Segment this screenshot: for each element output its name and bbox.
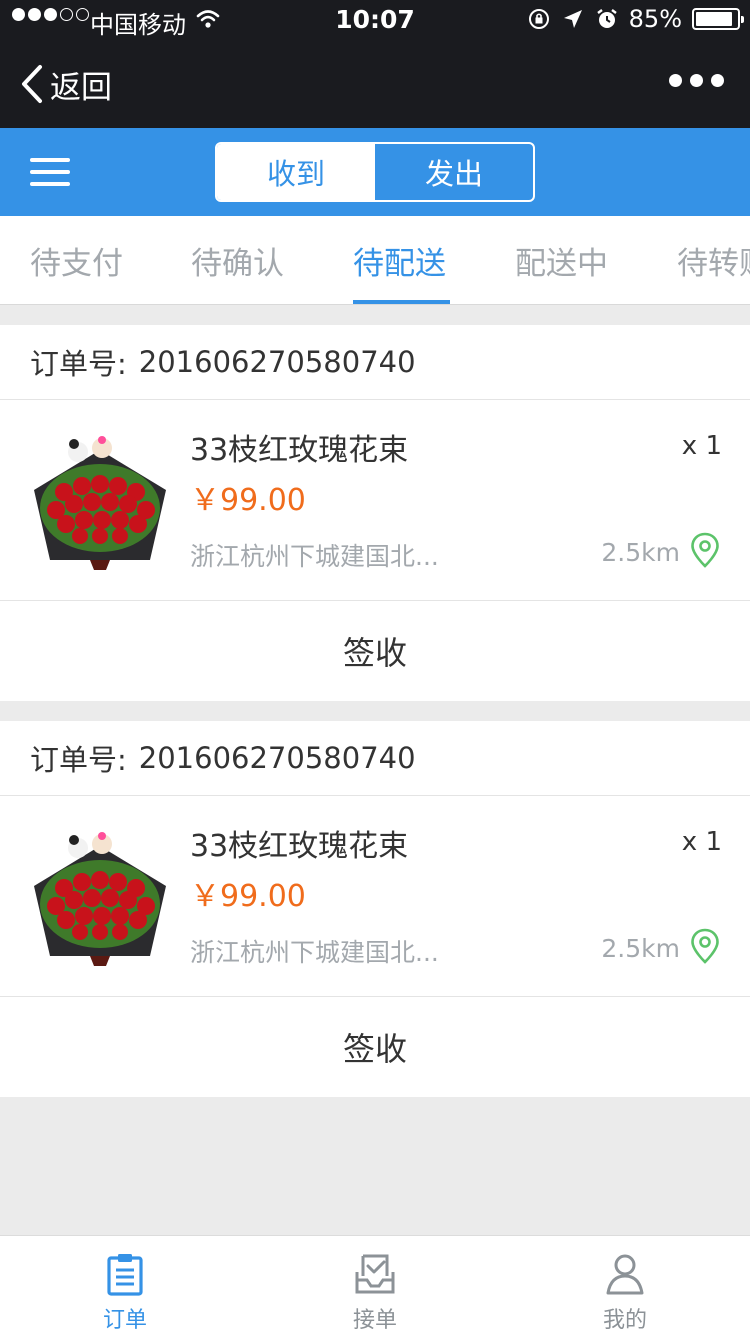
order-number-label: 订单号: xyxy=(30,347,127,381)
segment-received[interactable]: 收到 xyxy=(217,144,375,200)
location-arrow-icon xyxy=(563,10,582,28)
product-image[interactable] xyxy=(30,430,170,570)
user-icon xyxy=(606,1254,644,1295)
product-name: 33枝红玫瑰花束 xyxy=(190,829,409,864)
tab-pending-payment[interactable]: 待支付 xyxy=(30,216,123,304)
location-pin-icon[interactable] xyxy=(690,532,720,568)
tab-pending-transfer[interactable]: 待转账 xyxy=(677,216,750,304)
product-quantity: x 1 xyxy=(681,827,722,857)
order-number-row: 订单号: 201606270580740 xyxy=(30,721,416,795)
hamburger-menu-icon[interactable] xyxy=(30,158,70,186)
product-price: ￥99.00 xyxy=(190,879,306,914)
tabbar-item-orders[interactable]: 订单 xyxy=(0,1236,250,1334)
tabbar-label: 接单 xyxy=(352,1308,397,1333)
order-number-row: 订单号: 201606270580740 xyxy=(30,325,416,399)
product-quantity: x 1 xyxy=(681,431,722,461)
battery-percentage: 85% xyxy=(628,5,682,33)
delivery-distance: 2.5km xyxy=(601,934,680,963)
divider xyxy=(0,795,750,796)
segmented-control: 收到 发出 xyxy=(215,142,535,202)
order-number: 201606270580740 xyxy=(138,345,416,379)
top-bar: 中国移动 10:07 85% 返回 xyxy=(0,0,750,128)
rose-bouquet-icon xyxy=(30,430,170,570)
order-number-label: 订单号: xyxy=(30,743,127,777)
tab-delivering[interactable]: 配送中 xyxy=(515,216,608,304)
active-tab-indicator xyxy=(353,300,450,304)
order-number: 201606270580740 xyxy=(138,741,416,775)
tabbar-item-accept[interactable]: 接单 xyxy=(250,1236,500,1334)
header: 收到 发出 xyxy=(0,128,750,216)
order-status-tabs: 待支付 待确认 待配送 配送中 待转账 xyxy=(0,216,750,305)
product-name: 33枝红玫瑰花束 xyxy=(190,433,409,468)
back-button[interactable]: 返回 xyxy=(20,62,112,106)
clipboard-icon xyxy=(107,1254,143,1296)
sign-for-button[interactable]: 签收 xyxy=(0,601,750,701)
divider xyxy=(0,399,750,400)
location-pin-icon[interactable] xyxy=(690,928,720,964)
delivery-distance: 2.5km xyxy=(601,538,680,567)
tabbar-item-me[interactable]: 我的 xyxy=(500,1236,750,1334)
alarm-icon xyxy=(596,9,617,28)
order-card: 订单号: 201606270580740 33枝红玫瑰花束 x 1 ￥99.00… xyxy=(0,721,750,1097)
chevron-left-icon xyxy=(22,65,42,103)
more-options-icon[interactable] xyxy=(669,74,724,87)
rose-bouquet-icon xyxy=(30,826,170,966)
delivery-address: 浙江杭州下城建国北... xyxy=(190,542,439,571)
tab-pending-confirm[interactable]: 待确认 xyxy=(191,216,284,304)
order-card: 订单号: 201606270580740 33枝红玫瑰花束 x 1 ￥99.00… xyxy=(0,325,750,701)
delivery-address: 浙江杭州下城建国北... xyxy=(190,938,439,967)
tabbar-label: 我的 xyxy=(602,1308,647,1333)
bottom-tab-bar: 订单 接单 我的 xyxy=(0,1235,750,1334)
sign-for-button[interactable]: 签收 xyxy=(0,997,750,1097)
tab-pending-delivery[interactable]: 待配送 xyxy=(353,216,446,304)
product-price: ￥99.00 xyxy=(190,483,306,518)
back-label: 返回 xyxy=(50,69,112,106)
product-image[interactable] xyxy=(30,826,170,966)
segment-sent[interactable]: 发出 xyxy=(375,144,533,200)
battery-icon xyxy=(692,8,744,30)
orientation-lock-icon xyxy=(528,9,549,29)
tabbar-label: 订单 xyxy=(102,1308,147,1333)
inbox-check-icon xyxy=(355,1254,395,1294)
status-bar: 中国移动 10:07 85% xyxy=(0,0,750,40)
